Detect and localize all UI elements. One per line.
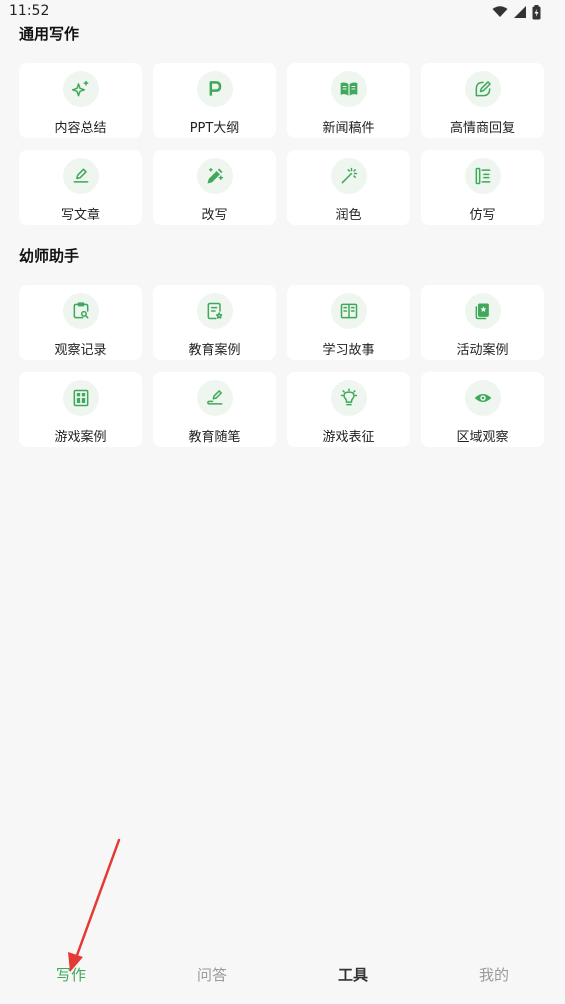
tool-card-label: 教育案例 — [188, 343, 241, 358]
tool-card-label: 润色 — [335, 208, 362, 223]
section-title-teacher-assistant: 幼师助手 — [19, 247, 80, 265]
battery-icon — [532, 4, 541, 19]
list-lines-icon — [464, 158, 501, 194]
clipboard-search-icon — [62, 293, 99, 329]
tool-card-label: 区域观察 — [456, 430, 509, 445]
tab-writing[interactable]: 写作 — [41, 964, 101, 985]
tool-card-label: 仿写 — [469, 208, 496, 223]
tool-card-label: 活动案例 — [456, 343, 509, 358]
p-letter-icon — [196, 71, 233, 107]
tool-card-label: 改写 — [201, 208, 228, 223]
tool-card-label: 写文章 — [60, 208, 100, 223]
lightbulb-icon — [330, 380, 367, 416]
tool-card-label: 游戏案例 — [54, 430, 107, 445]
tab-qa[interactable]: 问答 — [182, 964, 242, 985]
tool-card-polish[interactable]: 润色 — [287, 150, 410, 225]
section-title-general-writing: 通用写作 — [19, 25, 80, 43]
tool-card-education-case[interactable]: 教育案例 — [153, 285, 276, 360]
tool-card-label: PPT大纲 — [189, 121, 240, 136]
tool-card-learning-story[interactable]: 学习故事 — [287, 285, 410, 360]
tool-card-game-representation[interactable]: 游戏表征 — [287, 372, 410, 447]
sparkle-icon — [62, 71, 99, 107]
status-time: 11:52 — [9, 3, 50, 19]
tool-card-label: 教育随笔 — [188, 430, 241, 445]
tool-card-game-case[interactable]: 游戏案例 — [19, 372, 142, 447]
tool-card-area-observation[interactable]: 区域观察 — [421, 372, 544, 447]
grid-board-icon — [62, 380, 99, 416]
tool-card-write-article[interactable]: 写文章 — [19, 150, 142, 225]
tool-card-activity-case[interactable]: 活动案例 — [421, 285, 544, 360]
tool-card-rewrite[interactable]: 改写 — [153, 150, 276, 225]
tab-tools[interactable]: 工具 — [323, 964, 383, 985]
tool-card-label: 学习故事 — [322, 343, 375, 358]
book-icon — [330, 293, 367, 329]
tool-card-label: 内容总结 — [54, 121, 107, 136]
status-icons — [492, 3, 541, 21]
tool-card-content-summary[interactable]: 内容总结 — [19, 63, 142, 138]
magic-pencil-icon — [196, 158, 233, 194]
bottom-tab-bar: 写作 问答 工具 我的 — [0, 956, 565, 1004]
tool-card-label: 新闻稿件 — [322, 121, 375, 136]
tool-card-observation-record[interactable]: 观察记录 — [19, 285, 142, 360]
general-writing-grid: 内容总结 PPT大纲 新闻稿件 高情商回复 写文章 改写 润色 仿写 — [19, 63, 546, 225]
tool-card-label: 高情商回复 — [449, 121, 515, 136]
open-book-icon — [330, 71, 367, 107]
tool-card-label: 游戏表征 — [322, 430, 375, 445]
wifi-icon — [492, 6, 508, 17]
tab-mine[interactable]: 我的 — [464, 964, 524, 985]
status-bar: 11:52 — [0, 0, 565, 24]
eye-icon — [464, 380, 501, 416]
pen-sign-icon — [196, 380, 233, 416]
tool-card-eq-reply[interactable]: 高情商回复 — [421, 63, 544, 138]
pen-line-icon — [62, 158, 99, 194]
tool-card-label: 观察记录 — [54, 343, 107, 358]
tool-card-news-draft[interactable]: 新闻稿件 — [287, 63, 410, 138]
star-card-icon — [464, 293, 501, 329]
magic-wand-icon — [330, 158, 367, 194]
edit-note-icon — [464, 71, 501, 107]
document-star-icon — [196, 293, 233, 329]
tool-card-ppt-outline[interactable]: PPT大纲 — [153, 63, 276, 138]
teacher-assistant-grid: 观察记录 教育案例 学习故事 活动案例 游戏案例 教育随笔 游戏表征 区域观察 — [19, 285, 546, 447]
tool-card-imitation-writing[interactable]: 仿写 — [421, 150, 544, 225]
signal-icon — [514, 6, 526, 18]
tool-card-education-essay[interactable]: 教育随笔 — [153, 372, 276, 447]
